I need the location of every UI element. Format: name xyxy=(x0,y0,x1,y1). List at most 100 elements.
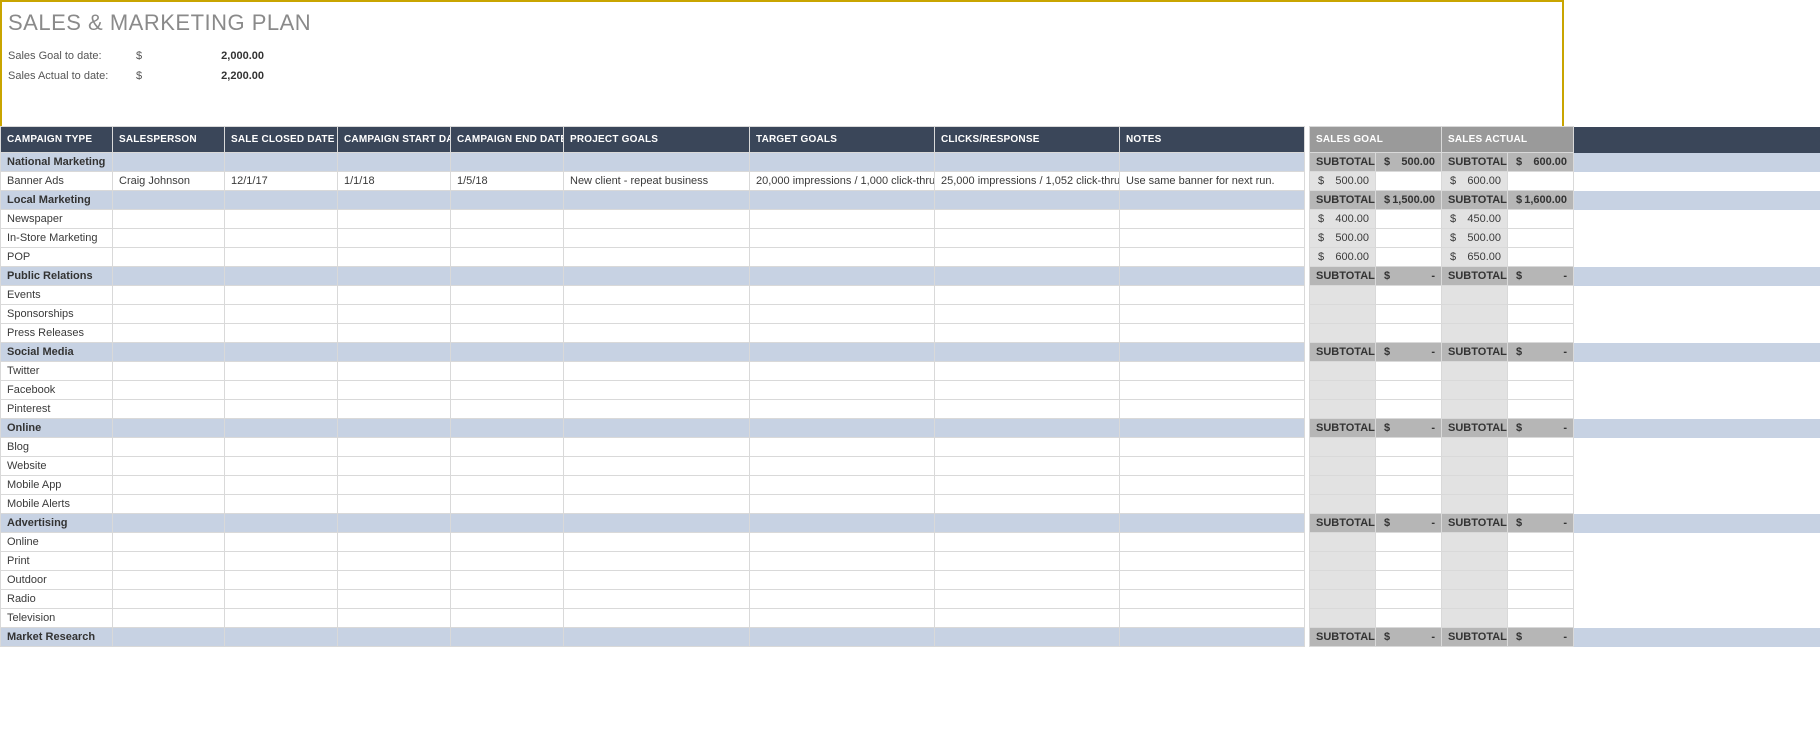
cell-actual[interactable]: $450.00 xyxy=(1442,210,1508,229)
cell-closed[interactable] xyxy=(225,533,338,552)
cell-end[interactable] xyxy=(451,381,564,400)
empty-cell[interactable] xyxy=(564,514,750,533)
cell-start[interactable] xyxy=(338,400,451,419)
empty-cell[interactable] xyxy=(225,514,338,533)
empty-cell[interactable] xyxy=(338,191,451,210)
cell-actual-extra[interactable] xyxy=(1508,400,1574,419)
cell-goal[interactable]: $400.00 xyxy=(1310,210,1376,229)
cell-start[interactable] xyxy=(338,324,451,343)
cell-closed[interactable] xyxy=(225,210,338,229)
cell-tgoal[interactable] xyxy=(750,590,935,609)
cell-pgoal[interactable] xyxy=(564,571,750,590)
cell-end[interactable] xyxy=(451,229,564,248)
cell-pgoal[interactable] xyxy=(564,305,750,324)
cell-goal[interactable] xyxy=(1310,571,1376,590)
cell-start[interactable] xyxy=(338,457,451,476)
empty-cell[interactable] xyxy=(113,343,225,362)
cell-end[interactable] xyxy=(451,286,564,305)
cell-actual[interactable] xyxy=(1442,457,1508,476)
cell-goal-extra[interactable] xyxy=(1376,286,1442,305)
cell-pgoal[interactable] xyxy=(564,457,750,476)
empty-cell[interactable] xyxy=(564,343,750,362)
cell-goal-extra[interactable] xyxy=(1376,552,1442,571)
cell-closed[interactable] xyxy=(225,381,338,400)
cell-notes[interactable] xyxy=(1120,229,1305,248)
empty-cell[interactable] xyxy=(750,628,935,647)
category-name[interactable]: Advertising xyxy=(1,514,113,533)
cell-notes[interactable] xyxy=(1120,248,1305,267)
cell-notes[interactable] xyxy=(1120,476,1305,495)
category-name[interactable]: National Marketing xyxy=(1,153,113,172)
cell-clicks[interactable] xyxy=(935,571,1120,590)
cell-goal-extra[interactable] xyxy=(1376,457,1442,476)
cell-closed[interactable] xyxy=(225,590,338,609)
empty-cell[interactable] xyxy=(113,419,225,438)
empty-cell[interactable] xyxy=(451,343,564,362)
cell-closed[interactable] xyxy=(225,571,338,590)
empty-cell[interactable] xyxy=(113,267,225,286)
cell-type[interactable]: Mobile Alerts xyxy=(1,495,113,514)
cell-goal-extra[interactable] xyxy=(1376,172,1442,191)
cell-goal-extra[interactable] xyxy=(1376,362,1442,381)
cell-end[interactable] xyxy=(451,400,564,419)
cell-notes[interactable] xyxy=(1120,286,1305,305)
cell-type[interactable]: Mobile App xyxy=(1,476,113,495)
cell-start[interactable] xyxy=(338,495,451,514)
category-name[interactable]: Social Media xyxy=(1,343,113,362)
cell-clicks[interactable] xyxy=(935,362,1120,381)
empty-cell[interactable] xyxy=(564,628,750,647)
cell-actual-extra[interactable] xyxy=(1508,438,1574,457)
empty-cell[interactable] xyxy=(750,153,935,172)
cell-salesperson[interactable] xyxy=(113,229,225,248)
cell-notes[interactable] xyxy=(1120,362,1305,381)
cell-salesperson[interactable] xyxy=(113,381,225,400)
cell-closed[interactable] xyxy=(225,324,338,343)
cell-tgoal[interactable] xyxy=(750,495,935,514)
empty-cell[interactable] xyxy=(338,514,451,533)
cell-start[interactable] xyxy=(338,381,451,400)
cell-closed[interactable] xyxy=(225,362,338,381)
cell-pgoal[interactable] xyxy=(564,381,750,400)
cell-tgoal[interactable]: 20,000 impressions / 1,000 click-thrus xyxy=(750,172,935,191)
cell-notes[interactable] xyxy=(1120,210,1305,229)
empty-cell[interactable] xyxy=(113,191,225,210)
cell-start[interactable]: 1/1/18 xyxy=(338,172,451,191)
cell-pgoal[interactable] xyxy=(564,533,750,552)
cell-actual-extra[interactable] xyxy=(1508,210,1574,229)
cell-closed[interactable] xyxy=(225,552,338,571)
empty-cell[interactable] xyxy=(1120,343,1305,362)
cell-notes[interactable] xyxy=(1120,552,1305,571)
cell-goal-extra[interactable] xyxy=(1376,590,1442,609)
cell-clicks[interactable] xyxy=(935,400,1120,419)
empty-cell[interactable] xyxy=(935,514,1120,533)
cell-end[interactable] xyxy=(451,552,564,571)
cell-salesperson[interactable] xyxy=(113,457,225,476)
cell-clicks[interactable] xyxy=(935,381,1120,400)
category-name[interactable]: Public Relations xyxy=(1,267,113,286)
cell-goal-extra[interactable] xyxy=(1376,571,1442,590)
cell-notes[interactable] xyxy=(1120,305,1305,324)
cell-salesperson[interactable] xyxy=(113,362,225,381)
empty-cell[interactable] xyxy=(1120,628,1305,647)
cell-goal-extra[interactable] xyxy=(1376,609,1442,628)
cell-pgoal[interactable] xyxy=(564,210,750,229)
cell-actual[interactable]: $600.00 xyxy=(1442,172,1508,191)
cell-actual[interactable] xyxy=(1442,571,1508,590)
cell-goal[interactable] xyxy=(1310,362,1376,381)
empty-cell[interactable] xyxy=(225,191,338,210)
cell-pgoal[interactable] xyxy=(564,438,750,457)
cell-type[interactable]: Banner Ads xyxy=(1,172,113,191)
empty-cell[interactable] xyxy=(750,267,935,286)
cell-goal-extra[interactable] xyxy=(1376,229,1442,248)
cell-pgoal[interactable] xyxy=(564,248,750,267)
cell-notes[interactable] xyxy=(1120,571,1305,590)
cell-notes[interactable] xyxy=(1120,381,1305,400)
cell-actual[interactable] xyxy=(1442,324,1508,343)
cell-actual-extra[interactable] xyxy=(1508,229,1574,248)
cell-goal[interactable] xyxy=(1310,609,1376,628)
cell-actual-extra[interactable] xyxy=(1508,609,1574,628)
empty-cell[interactable] xyxy=(935,153,1120,172)
empty-cell[interactable] xyxy=(338,153,451,172)
cell-goal[interactable] xyxy=(1310,457,1376,476)
cell-end[interactable] xyxy=(451,457,564,476)
